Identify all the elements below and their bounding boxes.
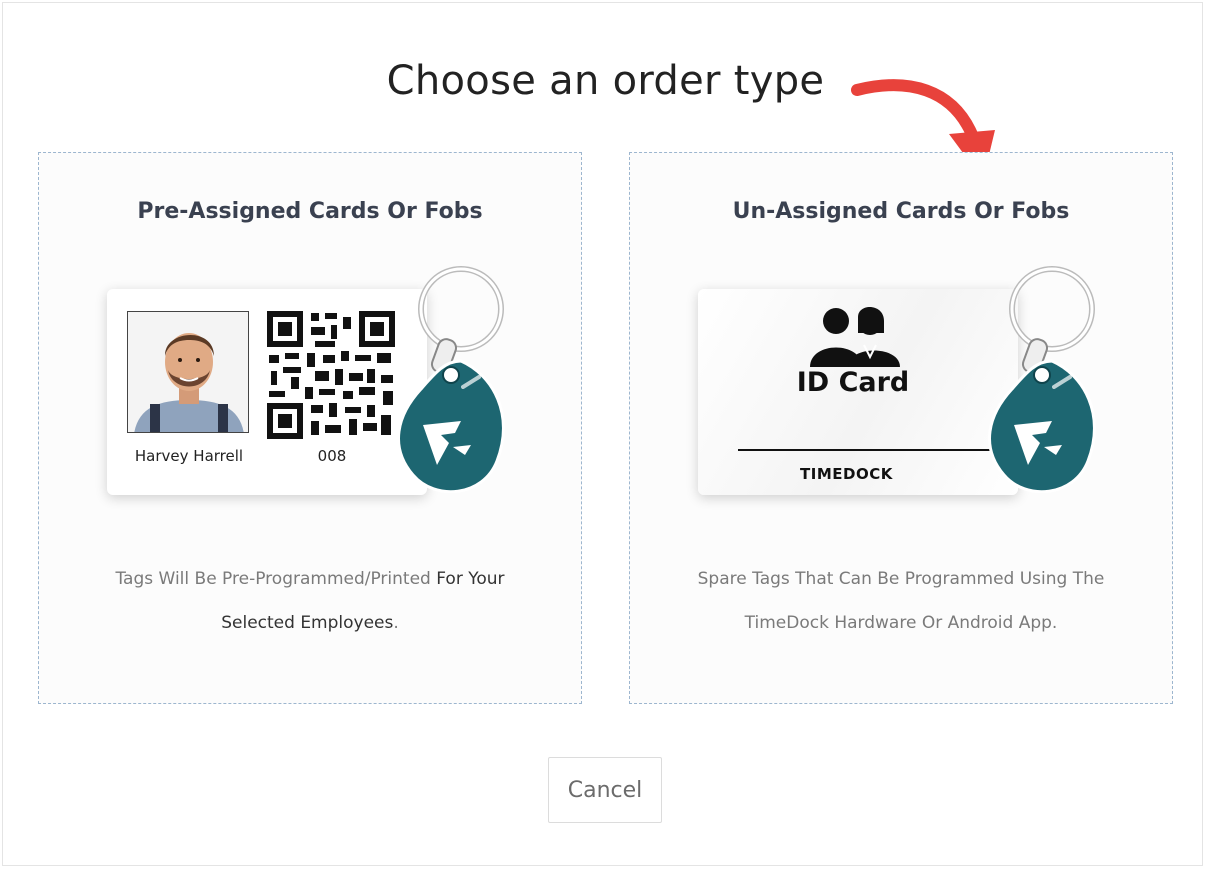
un-assigned-option[interactable]: Un-Assigned Cards Or Fobs ID Card TIMEDO… <box>629 152 1173 704</box>
key-fob-icon <box>988 266 1096 494</box>
key-fob-icon <box>397 266 505 494</box>
cancel-button[interactable]: Cancel <box>548 757 662 823</box>
id-card-title: ID Card <box>796 367 910 398</box>
dialog-title: Choose an order type <box>386 58 825 104</box>
timedock-brand: TIMEDOCK <box>800 465 893 483</box>
employee-number: 008 <box>317 447 347 465</box>
pre-assigned-description: Tags Will Be Pre-Programmed/Printed For … <box>115 569 505 633</box>
pre-assigned-option[interactable]: Pre-Assigned Cards Or Fobs Harvey Harrel… <box>38 152 582 704</box>
employee-name: Harvey Harrell <box>134 447 244 465</box>
un-assigned-title: Un-Assigned Cards Or Fobs <box>732 199 1070 224</box>
employee-photo <box>127 311 249 433</box>
un-assigned-illustration: ID Card TIMEDOCK <box>690 265 1110 515</box>
people-icon <box>810 306 900 367</box>
un-assigned-description: Spare Tags That Can Be Programmed Using … <box>697 569 1105 633</box>
pre-assigned-illustration: Harvey Harrell 008 <box>99 265 519 515</box>
pre-assigned-title: Pre-Assigned Cards Or Fobs <box>137 199 483 224</box>
signature-line <box>738 449 998 451</box>
